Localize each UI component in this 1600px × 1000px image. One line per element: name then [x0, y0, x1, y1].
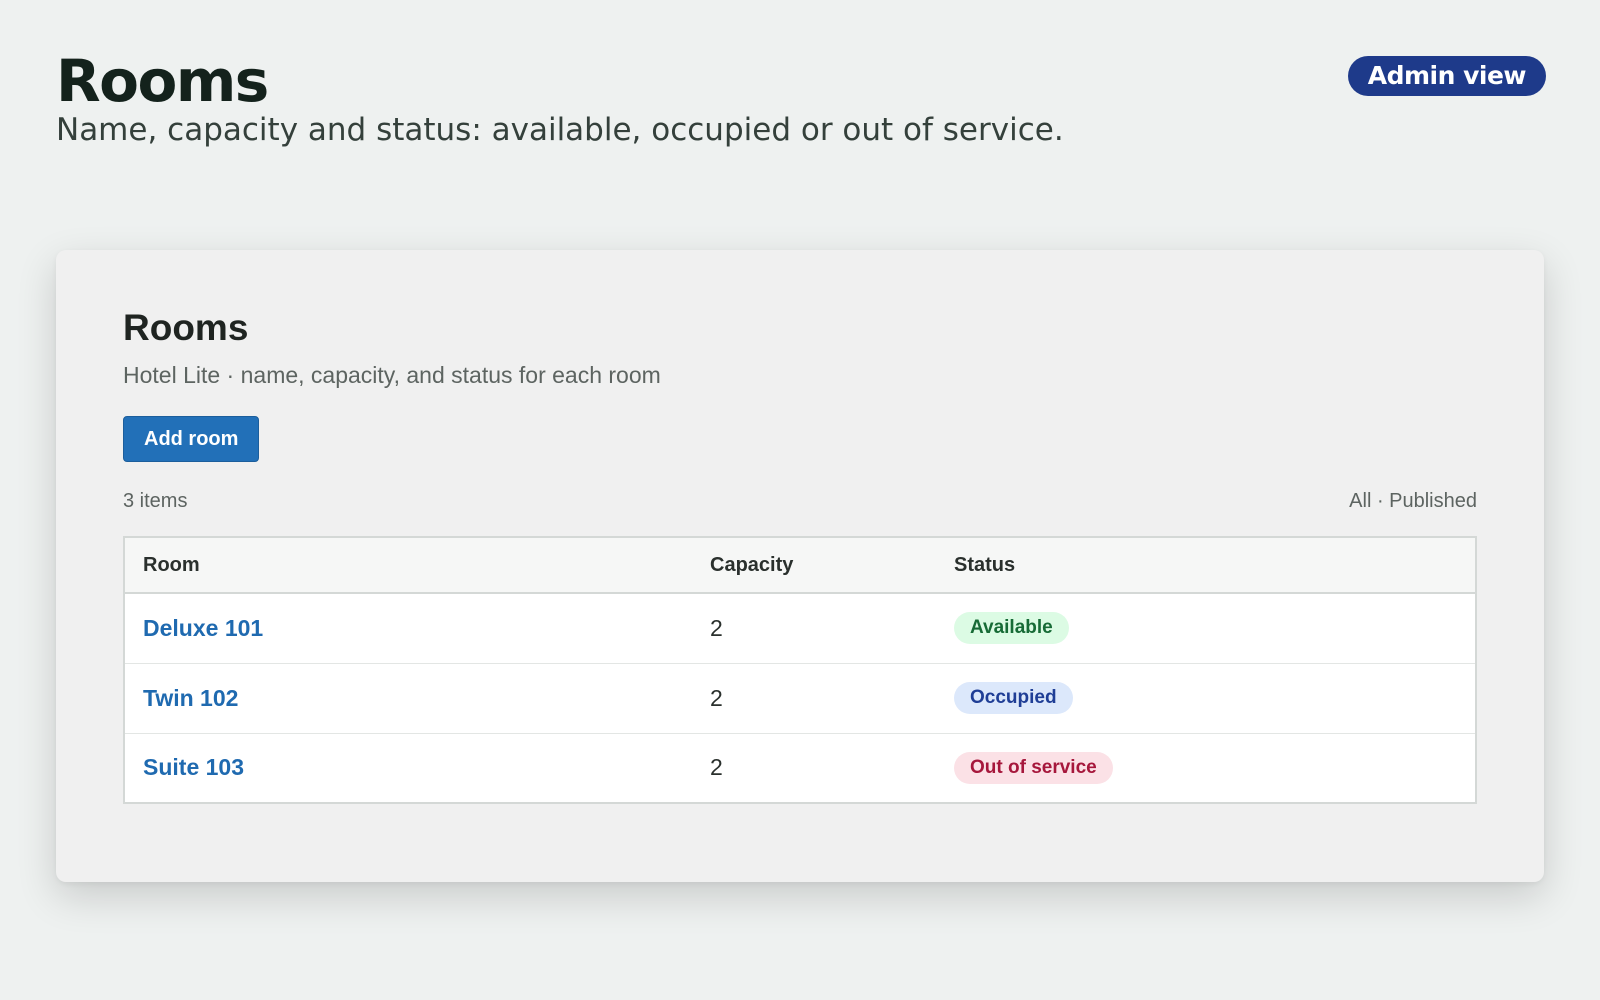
table-header-row: Room Capacity Status — [124, 537, 1476, 594]
room-cell: Deluxe 101 — [124, 593, 692, 664]
admin-view-badge: Admin view — [1347, 56, 1546, 96]
table-row: Suite 103 2 Out of service — [124, 733, 1476, 803]
page-title: Rooms — [56, 47, 269, 115]
filter-label: All · Published — [1349, 490, 1477, 512]
list-meta: 3 items All · Published — [123, 490, 1477, 520]
room-link-twin-102[interactable]: Twin 102 — [143, 685, 238, 711]
item-count: 3 items — [123, 490, 188, 512]
panel-title: Rooms — [123, 307, 249, 348]
panel-subtitle: Hotel Lite · name, capacity, and status … — [123, 362, 661, 388]
status-cell: Out of service — [936, 733, 1476, 803]
column-header-status: Status — [936, 537, 1476, 594]
page-header: Rooms Name, capacity and status: availab… — [56, 48, 1546, 158]
table-row: Twin 102 2 Occupied — [124, 663, 1476, 734]
table-row: Deluxe 101 2 Available — [124, 593, 1476, 664]
capacity-cell: 2 — [692, 593, 936, 664]
rooms-panel: Rooms Hotel Lite · name, capacity, and s… — [56, 250, 1544, 882]
status-cell: Available — [936, 593, 1476, 664]
status-badge-available: Available — [954, 612, 1069, 645]
room-link-suite-103[interactable]: Suite 103 — [143, 754, 244, 780]
status-badge-occupied: Occupied — [954, 682, 1073, 714]
page-subtitle: Name, capacity and status: available, oc… — [56, 112, 1064, 148]
capacity-cell: 2 — [710, 754, 723, 781]
room-cell: Twin 102 — [124, 663, 692, 734]
column-header-capacity: Capacity — [692, 537, 936, 594]
rooms-panel-content: Rooms Hotel Lite · name, capacity, and s… — [123, 306, 1477, 804]
capacity-cell: 2 — [692, 663, 936, 734]
add-room-button[interactable]: Add room — [123, 416, 260, 462]
room-cell: Suite 103 — [124, 733, 692, 803]
status-badge-out-of-service: Out of service — [954, 751, 1113, 784]
column-header-room: Room — [124, 537, 692, 594]
room-link-deluxe-101[interactable]: Deluxe 101 — [143, 615, 263, 641]
rooms-table: Room Capacity Status Deluxe 101 2 Availa… — [123, 536, 1477, 804]
status-cell: Occupied — [936, 663, 1476, 734]
